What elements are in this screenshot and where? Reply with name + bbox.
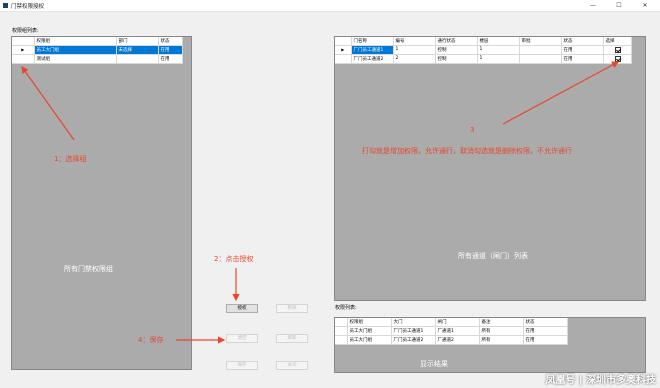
annotation-show-result: 显示结果 xyxy=(420,360,448,368)
annotation-select-group: 1：选择组 xyxy=(54,155,87,163)
annotation-arrows xyxy=(21,61,620,344)
annotation-click-authorize: 2：点击授权 xyxy=(214,255,254,263)
arrow-checkbox xyxy=(502,61,620,125)
watermark: 凤凰号 | 深圳市多奥科技 xyxy=(545,375,656,386)
annotation-all-groups: 所有门禁权限组 xyxy=(64,265,113,273)
annotation-step3-text: 打勾就是增加权限，允许通行，取消勾选就是删除权限，不允许通行 xyxy=(362,147,572,155)
annotation-all-channels: 所有通道（闸门）列表 xyxy=(458,252,528,260)
annotation-save: 4：保存 xyxy=(138,336,164,344)
annotation-step3-number: 3 xyxy=(470,126,475,134)
arrow-select-group xyxy=(21,66,75,141)
